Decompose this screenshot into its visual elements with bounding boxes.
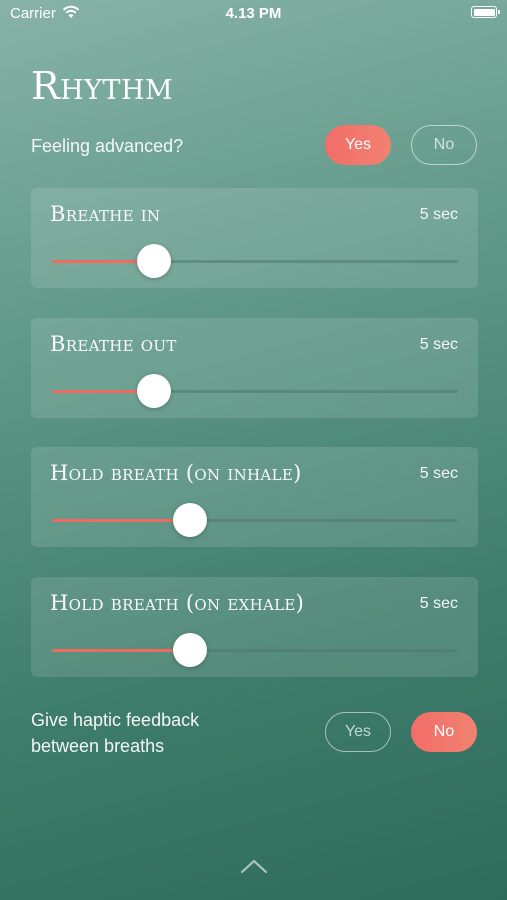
battery-icon bbox=[471, 6, 500, 18]
slider-thumb[interactable] bbox=[173, 633, 208, 667]
slider-track[interactable] bbox=[52, 633, 458, 667]
slider-label: Breathe out bbox=[50, 332, 177, 356]
slider-fill bbox=[52, 519, 191, 522]
advanced-yes-button[interactable]: Yes bbox=[325, 125, 391, 165]
haptic-label-line-1: Give haptic feedback bbox=[31, 710, 200, 730]
advanced-label: Feeling advanced? bbox=[31, 136, 184, 156]
slider-label: Hold breath (on exhale) bbox=[50, 591, 305, 615]
slider-card-breathe-out: Breathe out 5 sec bbox=[31, 318, 478, 418]
slider-thumb[interactable] bbox=[173, 503, 208, 537]
haptic-yes-button[interactable]: Yes bbox=[325, 712, 391, 752]
slider-fill bbox=[52, 649, 191, 652]
slider-thumb[interactable] bbox=[136, 244, 171, 278]
slider-value: 5 sec bbox=[419, 595, 458, 612]
page-title: Rhythm bbox=[31, 64, 174, 108]
slider-thumb[interactable] bbox=[136, 374, 171, 408]
slider-track[interactable] bbox=[52, 374, 458, 408]
haptic-no-button[interactable]: No bbox=[411, 712, 477, 752]
slider-card-hold-exhale: Hold breath (on exhale) 5 sec bbox=[31, 577, 478, 677]
slider-track[interactable] bbox=[52, 244, 458, 278]
slider-value: 5 sec bbox=[419, 206, 458, 223]
status-time: 4.13 PM bbox=[225, 5, 282, 22]
advanced-no-button[interactable]: No bbox=[411, 125, 477, 165]
slider-label: Hold breath (on inhale) bbox=[50, 461, 302, 485]
status-bar: Carrier 4.13 PM bbox=[0, 0, 507, 28]
slider-label: Breathe in bbox=[50, 202, 161, 226]
slider-card-hold-inhale: Hold breath (on inhale) 5 sec bbox=[31, 447, 478, 547]
slider-card-breathe-in: Breathe in 5 sec bbox=[31, 188, 478, 288]
chevron-up-icon[interactable] bbox=[240, 857, 268, 875]
haptic-label-line-2: between breaths bbox=[31, 736, 165, 756]
slider-value: 5 sec bbox=[419, 465, 458, 482]
slider-value: 5 sec bbox=[419, 336, 458, 353]
slider-track[interactable] bbox=[52, 503, 458, 537]
